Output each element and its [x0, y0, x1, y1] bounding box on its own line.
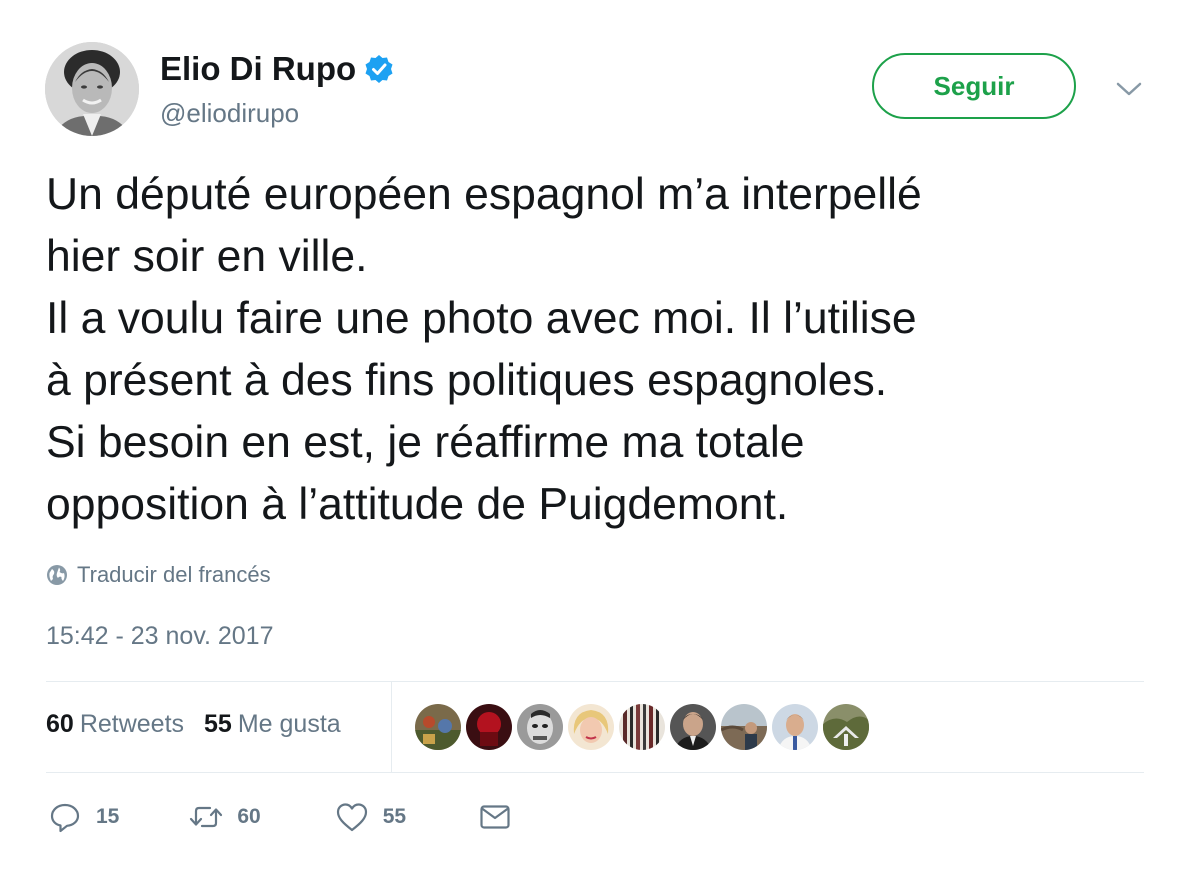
reply-count: 15: [96, 805, 120, 828]
chevron-down-icon[interactable]: [1114, 76, 1144, 102]
message-button[interactable]: [478, 800, 512, 834]
liker-avatars: [415, 704, 874, 750]
liker-avatar[interactable]: [466, 704, 512, 750]
tweet-line: à présent à des fins politiques espagnol…: [46, 356, 888, 405]
tweet-line: hier soir en ville.: [46, 232, 368, 281]
retweets-count: 60: [46, 710, 74, 738]
author-photo: [45, 42, 139, 136]
liker-avatar[interactable]: [415, 704, 461, 750]
liker-avatar[interactable]: [517, 704, 563, 750]
liker-avatar[interactable]: [721, 704, 767, 750]
tweet-line: Si besoin en est, je réaffirme ma totale: [46, 418, 805, 467]
liker-avatar[interactable]: [619, 704, 665, 750]
reply-icon: [50, 803, 80, 833]
tweet-stats: 60 Retweets 55 Me gusta: [46, 710, 341, 739]
tweet-timestamp[interactable]: 15:42 - 23 nov. 2017: [46, 622, 274, 651]
likes-label: Me gusta: [237, 710, 341, 738]
heart-icon: [336, 803, 367, 832]
translate-link[interactable]: Traducir del francés: [46, 562, 271, 588]
liker-avatar[interactable]: [670, 704, 716, 750]
action-bar: 15 60 55: [48, 800, 512, 834]
divider: [46, 772, 1144, 773]
retweets-stat[interactable]: 60 Retweets: [46, 710, 184, 739]
retweet-count: 60: [237, 805, 261, 828]
tweet-line: Un député européen espagnol m’a interpel…: [46, 170, 922, 219]
retweet-icon: [190, 806, 223, 828]
globe-icon: [47, 565, 67, 585]
divider: [46, 681, 1144, 682]
like-count: 55: [382, 805, 407, 828]
follow-button[interactable]: Seguir: [872, 53, 1076, 119]
tweet-text: Un député européen espagnol m’a interpel…: [46, 164, 1156, 536]
retweet-button[interactable]: 60: [189, 800, 261, 834]
likes-count: 55: [204, 710, 232, 738]
verified-badge-icon: [364, 54, 394, 84]
tweet-line: Il a voulu faire une photo avec moi. Il …: [46, 294, 917, 343]
like-button[interactable]: 55: [335, 800, 406, 834]
envelope-icon: [480, 805, 510, 829]
author-handle[interactable]: @eliodirupo: [160, 98, 299, 129]
tweet-line: opposition à l’attitude de Puigdemont.: [46, 480, 789, 529]
liker-avatar[interactable]: [568, 704, 614, 750]
liker-avatar[interactable]: [772, 704, 818, 750]
author-name-row: Elio Di Rupo: [160, 50, 394, 88]
retweets-label: Retweets: [79, 710, 185, 738]
translate-label: Traducir del francés: [77, 562, 271, 587]
likes-stat[interactable]: 55 Me gusta: [204, 710, 341, 739]
stats-divider: [391, 682, 392, 772]
liker-avatar[interactable]: [823, 704, 869, 750]
author-display-name[interactable]: Elio Di Rupo: [160, 50, 356, 88]
author-avatar[interactable]: [45, 42, 139, 136]
reply-button[interactable]: 15: [48, 800, 119, 834]
